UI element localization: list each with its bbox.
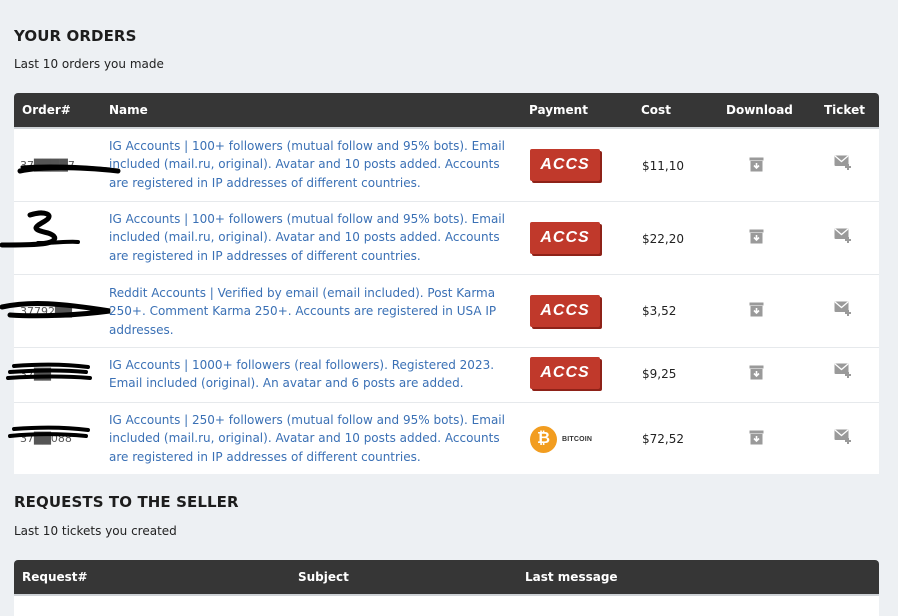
mail-plus-icon[interactable] [834, 301, 852, 316]
table-row: 37████7 IG Accounts | 100+ followers (mu… [14, 129, 879, 202]
redaction-scribble [6, 362, 92, 380]
table-row: 37██ IG Accounts | 1000+ followers (real… [6, 348, 879, 403]
col-last-message: Last message [525, 570, 618, 584]
mail-plus-icon[interactable] [834, 155, 852, 170]
order-cost: $22,20 [642, 232, 684, 246]
col-name: Name [109, 103, 148, 117]
col-ticket: Ticket [824, 103, 865, 117]
download-box-icon[interactable] [749, 302, 764, 317]
col-subject: Subject [298, 570, 349, 584]
mail-plus-icon[interactable] [834, 429, 852, 444]
order-name-link[interactable]: IG Accounts | 250+ followers (mutual fol… [109, 411, 519, 466]
download-box-icon[interactable] [749, 157, 764, 172]
mail-plus-icon[interactable] [834, 363, 852, 378]
table-row [14, 596, 879, 616]
col-payment: Payment [529, 103, 588, 117]
orders-subtitle: Last 10 orders you made [14, 57, 164, 71]
redaction-scribble [0, 210, 80, 248]
order-name-link[interactable]: Reddit Accounts | Verified by email (ema… [109, 284, 519, 339]
col-download: Download [726, 103, 793, 117]
table-row: IG Accounts | 100+ followers (mutual fol… [0, 202, 879, 275]
orders-title: YOUR ORDERS [14, 27, 137, 45]
download-box-icon[interactable] [749, 229, 764, 244]
payment-accs-logo: ACCS [530, 295, 600, 327]
order-cost: $9,25 [642, 367, 677, 381]
payment-accs-logo: ACCS [530, 149, 600, 181]
bitcoin-coin-icon: ₿ [530, 425, 557, 453]
payment-bitcoin-logo: ₿ BITCOIN [530, 425, 592, 453]
orders-table-header: Order# Name Payment Cost Download Ticket [14, 93, 879, 129]
redaction-scribble [17, 164, 121, 174]
order-name-link[interactable]: IG Accounts | 100+ followers (mutual fol… [109, 210, 519, 265]
table-row: 37██088 IG Accounts | 250+ followers (mu… [8, 403, 879, 474]
order-cost: $11,10 [642, 159, 684, 173]
requests-title: REQUESTS TO THE SELLER [14, 493, 239, 511]
col-cost: Cost [641, 103, 671, 117]
requests-table-header: Request# Subject Last message [14, 560, 879, 596]
order-cost: $72,52 [642, 432, 684, 446]
bitcoin-wordmark: BITCOIN [562, 435, 593, 443]
order-name-link[interactable]: IG Accounts | 1000+ followers (real foll… [109, 356, 519, 393]
mail-plus-icon[interactable] [834, 228, 852, 243]
order-name-link[interactable]: IG Accounts | 100+ followers (mutual fol… [109, 137, 519, 192]
table-row: 37792██ Reddit Accounts | Verified by em… [0, 275, 879, 348]
redaction-scribble [0, 301, 111, 319]
order-cost: $3,52 [642, 304, 677, 318]
payment-accs-logo: ACCS [530, 222, 600, 254]
payment-accs-logo: ACCS [530, 357, 600, 389]
col-order: Order# [22, 103, 71, 117]
orders-table: Order# Name Payment Cost Download Ticket… [0, 93, 879, 474]
download-box-icon[interactable] [749, 365, 764, 380]
redaction-scribble [8, 425, 90, 438]
col-request: Request# [22, 570, 88, 584]
requests-subtitle: Last 10 tickets you created [14, 524, 177, 538]
download-box-icon[interactable] [749, 430, 764, 445]
